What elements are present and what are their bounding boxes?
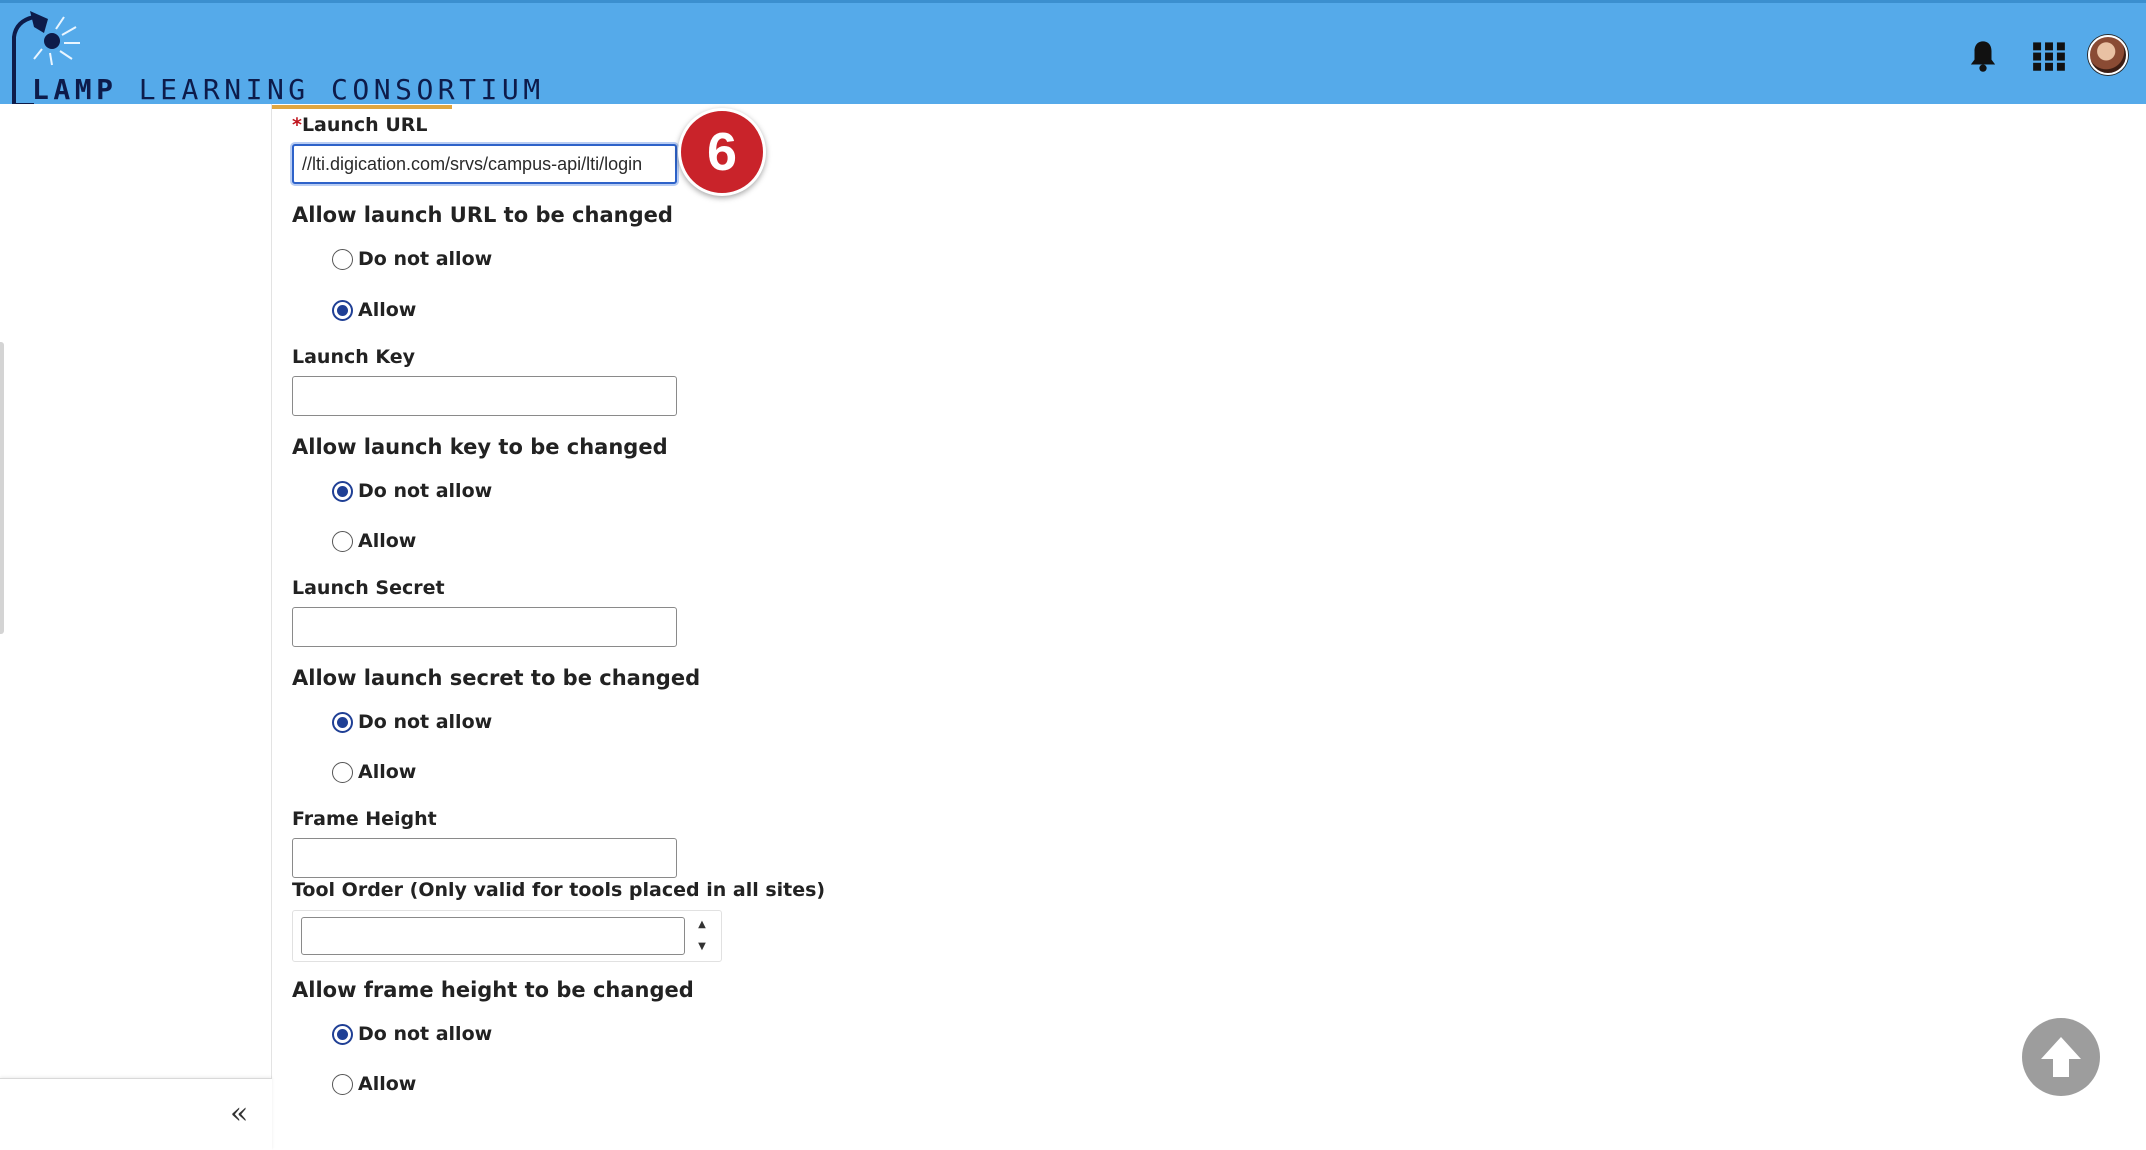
frame-do-not-allow-radio[interactable]: [332, 1023, 353, 1045]
tool-order-stepper: ▲ ▼: [292, 910, 722, 962]
launch-secret-input[interactable]: [292, 607, 677, 647]
secret-do-not-allow-radio[interactable]: [332, 711, 353, 733]
radio-label: Do not allow: [358, 480, 493, 502]
allow-key-change-title: Allow launch key to be changed: [292, 435, 668, 459]
frame-allow-option[interactable]: Allow: [332, 1071, 416, 1097]
bell-icon[interactable]: [1968, 39, 1998, 73]
left-sidebar: [0, 104, 272, 1150]
radio-label: Allow: [358, 761, 417, 783]
radio-label: Do not allow: [358, 711, 493, 733]
launch-url-label: *Launch URL: [292, 114, 428, 136]
sidebar-edge-handle[interactable]: [0, 342, 4, 634]
key-do-not-allow-option[interactable]: Do not allow: [332, 478, 492, 504]
allow-secret-change-title: Allow launch secret to be changed: [292, 666, 701, 690]
key-allow-radio[interactable]: [332, 530, 353, 552]
frame-height-input[interactable]: [292, 838, 677, 878]
decrement-arrow-icon[interactable]: ▼: [698, 941, 706, 953]
lamp-learning-consortium-logo[interactable]: LAMP LEARNING CONSORTIUM: [4, 7, 540, 109]
allow-frame-height-change-title: Allow frame height to be changed: [292, 978, 694, 1002]
secret-allow-option[interactable]: Allow: [332, 759, 416, 785]
user-avatar[interactable]: [2088, 35, 2128, 75]
scroll-to-top-button[interactable]: [2022, 1018, 2100, 1096]
frame-height-label: Frame Height: [292, 808, 437, 830]
collapse-sidebar-button[interactable]: «: [230, 1096, 248, 1131]
launch-key-input[interactable]: [292, 376, 677, 416]
url-allow-option[interactable]: Allow: [332, 297, 416, 323]
top-header-bar: LAMP LEARNING CONSORTIUM: [0, 0, 2146, 109]
key-do-not-allow-radio[interactable]: [332, 480, 353, 502]
secret-do-not-allow-option[interactable]: Do not allow: [332, 709, 492, 735]
radio-label: Do not allow: [358, 1023, 493, 1045]
url-do-not-allow-radio[interactable]: [332, 248, 353, 270]
apps-grid-icon[interactable]: [2032, 39, 2066, 73]
key-allow-option[interactable]: Allow: [332, 528, 416, 554]
url-allow-radio[interactable]: [332, 299, 353, 321]
radio-label: Allow: [358, 299, 417, 321]
launch-secret-label: Launch Secret: [292, 577, 445, 599]
logo-text: LAMP LEARNING CONSORTIUM: [32, 73, 545, 106]
frame-do-not-allow-option[interactable]: Do not allow: [332, 1021, 492, 1047]
launch-url-input[interactable]: //lti.digication.com/srvs/campus-api/lti…: [292, 144, 677, 184]
radio-label: Do not allow: [358, 248, 493, 270]
increment-arrow-icon[interactable]: ▲: [698, 919, 706, 931]
allow-url-change-title: Allow launch URL to be changed: [292, 203, 673, 227]
frame-allow-radio[interactable]: [332, 1073, 353, 1095]
secret-allow-radio[interactable]: [332, 761, 353, 783]
radio-label: Allow: [358, 1073, 417, 1095]
step-callout-badge: 6: [678, 108, 766, 196]
tool-order-input[interactable]: [301, 917, 685, 955]
launch-key-label: Launch Key: [292, 346, 416, 368]
url-do-not-allow-option[interactable]: Do not allow: [332, 246, 492, 272]
arrow-up-icon: [2041, 1037, 2081, 1077]
stepper-arrows[interactable]: ▲ ▼: [691, 917, 713, 955]
tool-order-label: Tool Order (Only valid for tools placed …: [292, 879, 826, 901]
radio-label: Allow: [358, 530, 417, 552]
